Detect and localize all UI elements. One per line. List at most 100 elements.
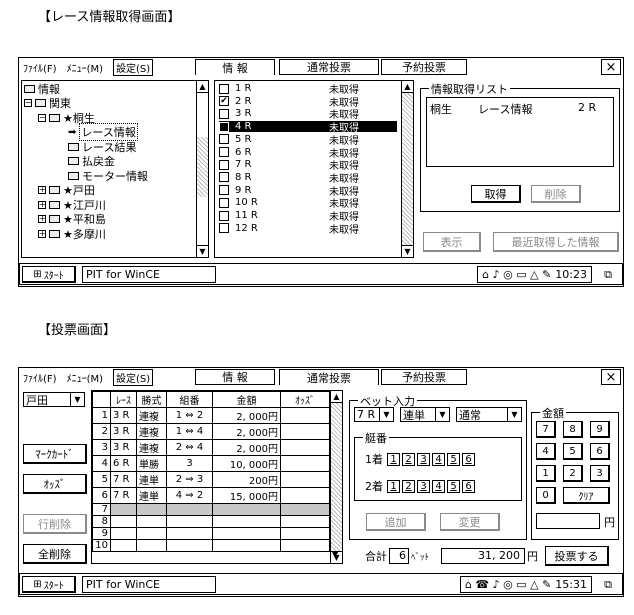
odds-button[interactable]: ｵｯｽﾞ <box>23 474 87 494</box>
info-list-box[interactable]: 桐生 レース情報 2 R <box>426 97 614 167</box>
second-boat-1-button[interactable]: 1 <box>387 479 400 493</box>
race-checkbox[interactable] <box>219 223 229 234</box>
race-row[interactable]: 5 R 未取得 <box>219 134 397 147</box>
race-checkbox[interactable] <box>219 134 229 145</box>
tree-scrollbar[interactable]: ▲ ▼ <box>196 81 208 257</box>
race-row[interactable]: 11 R 未取得 <box>219 210 397 223</box>
race-row[interactable]: 7 R 未取得 <box>219 159 397 172</box>
race-checkbox[interactable] <box>219 159 229 170</box>
race-row[interactable]: 3 R 未取得 <box>219 108 397 121</box>
vote-button[interactable]: 投票する <box>545 546 609 566</box>
desktop-icon[interactable]: ⧉ <box>598 266 618 283</box>
table-row[interactable]: 7 <box>92 503 330 516</box>
tab-reserved-vote[interactable]: 予約投票 <box>381 59 467 75</box>
table-row[interactable]: 9 <box>92 527 330 540</box>
taskbar-app-item[interactable]: PIT for WinCE <box>82 576 216 593</box>
race-checkbox[interactable] <box>219 210 229 221</box>
race-checkbox[interactable] <box>219 147 229 157</box>
tab-info[interactable]: 情 報 <box>195 369 275 385</box>
scroll-down-icon[interactable]: ▼ <box>197 245 208 257</box>
tree-item[interactable]: レース結果 <box>24 140 136 154</box>
race-checkbox[interactable]: ✔ <box>219 96 229 107</box>
mark-card-button[interactable]: ﾏｰｸｶｰﾄﾞ <box>23 444 87 464</box>
table-row[interactable]: 8 <box>92 515 330 528</box>
key-8-button[interactable]: 8 <box>563 421 583 438</box>
menu-settings[interactable]: 設定(S) <box>113 58 154 76</box>
tab-normal-vote[interactable]: 通常投票 <box>279 59 379 75</box>
amount-input[interactable] <box>536 513 600 529</box>
second-boat-4-button[interactable]: 4 <box>432 479 445 493</box>
table-row[interactable]: 10 <box>92 539 330 552</box>
menu-file[interactable]: ﾌｧｲﾙ(F) <box>23 60 57 75</box>
race-row[interactable]: 8 R 未取得 <box>219 172 397 185</box>
tree-item[interactable]: + ★戸田 <box>24 184 95 197</box>
race-row[interactable]: 6 R 未取得 <box>219 147 397 160</box>
expand-icon[interactable]: + <box>38 200 46 209</box>
table-row[interactable]: 67 R 連単 4 ⇒ 2 15, 000円 <box>92 487 330 504</box>
tree-item[interactable]: 情報 <box>24 82 60 96</box>
expand-icon[interactable]: + <box>38 215 46 223</box>
close-button[interactable]: × <box>601 59 621 75</box>
tree-item[interactable]: − 関東 <box>24 97 71 110</box>
first-boat-1-button[interactable]: 1 <box>387 452 400 466</box>
race-checkbox[interactable] <box>219 108 229 119</box>
tree-item[interactable]: + ★多摩川 <box>24 227 106 241</box>
tab-normal-vote[interactable]: 通常投票 <box>279 369 379 385</box>
tree-item[interactable]: 払戻金 <box>24 155 115 168</box>
race-checkbox[interactable] <box>219 185 229 196</box>
race-row[interactable]: 1 R 未取得 <box>219 83 397 96</box>
race-row[interactable]: 12 R 未取得 <box>219 223 397 236</box>
start-button[interactable]: ⊞ ｽﾀｰﾄ <box>22 266 76 283</box>
table-row[interactable]: 13 R 連複 1 ⇔ 2 2, 000円 <box>92 407 330 424</box>
bet-mode-select[interactable]: 通常 ▼ <box>456 407 522 422</box>
collapse-icon[interactable]: − <box>24 99 32 107</box>
key-3-button[interactable]: 3 <box>590 465 610 482</box>
delete-button[interactable]: 削除 <box>531 185 581 203</box>
collapse-icon[interactable]: − <box>38 113 46 122</box>
key-1-button[interactable]: 1 <box>536 465 556 482</box>
scroll-down-icon[interactable]: ▼ <box>402 245 413 257</box>
tab-info[interactable]: 情 報 <box>195 59 275 75</box>
key-2-button[interactable]: 2 <box>563 465 583 482</box>
change-button[interactable]: 変更 <box>440 513 500 531</box>
table-row[interactable]: 33 R 連複 2 ⇔ 4 2, 000円 <box>92 439 330 456</box>
first-boat-5-button[interactable]: 5 <box>447 452 460 466</box>
desktop-icon[interactable]: ⧉ <box>598 576 618 593</box>
tree-item[interactable]: + ★平和島 <box>24 213 106 226</box>
table-row[interactable]: 57 R 連単 2 ⇒ 3 200円 <box>92 471 330 488</box>
recent-info-button[interactable]: 最近取得した情報 <box>493 232 619 252</box>
delete-row-button[interactable]: 行削除 <box>23 514 87 534</box>
key-0-button[interactable]: 0 <box>536 487 556 504</box>
scroll-thumb[interactable] <box>402 93 413 245</box>
tree-item[interactable]: ➡ レース情報 <box>24 123 138 141</box>
race-list-scrollbar[interactable]: ▲ ▼ <box>401 81 413 257</box>
start-button[interactable]: ⊞ ｽﾀｰﾄ <box>22 576 76 593</box>
first-boat-4-button[interactable]: 4 <box>432 452 445 466</box>
close-button[interactable]: × <box>601 369 621 385</box>
scroll-up-icon[interactable]: ▲ <box>402 81 413 93</box>
race-checkbox[interactable] <box>219 83 229 94</box>
race-checkbox[interactable] <box>219 121 229 132</box>
venue-select[interactable]: 戸田 ▼ <box>23 392 85 407</box>
taskbar-app-item[interactable]: PIT for WinCE <box>82 266 216 283</box>
tab-reserved-vote[interactable]: 予約投票 <box>381 369 467 385</box>
bet-table-scrollbar[interactable]: ▲ ▼ <box>330 391 342 563</box>
race-row[interactable]: ✔ 2 R 未取得 <box>219 96 397 109</box>
scroll-up-icon[interactable]: ▲ <box>197 81 208 93</box>
race-row[interactable]: 9 R 未取得 <box>219 185 397 198</box>
scroll-thumb[interactable] <box>331 403 342 551</box>
key-6-button[interactable]: 6 <box>590 443 610 460</box>
table-row[interactable]: 23 R 連複 1 ⇔ 4 2, 000円 <box>92 423 330 440</box>
menu-file[interactable]: ﾌｧｲﾙ(F) <box>23 370 57 385</box>
second-boat-6-button[interactable]: 6 <box>462 479 475 493</box>
bet-type-select[interactable]: 連単 ▼ <box>400 407 450 422</box>
table-row[interactable]: 46 R 単勝 3 10, 000円 <box>92 455 330 472</box>
menu-settings[interactable]: 設定(S) <box>113 368 154 386</box>
race-checkbox[interactable] <box>219 197 229 208</box>
race-row[interactable]: 10 R 未取得 <box>219 197 397 210</box>
tree-item[interactable]: モーター情報 <box>24 169 148 183</box>
key-9-button[interactable]: 9 <box>590 421 610 438</box>
tree-item[interactable]: + ★江戸川 <box>24 198 106 212</box>
race-row[interactable]: 4 R 未取得 <box>219 121 397 134</box>
second-boat-2-button[interactable]: 2 <box>402 479 415 493</box>
